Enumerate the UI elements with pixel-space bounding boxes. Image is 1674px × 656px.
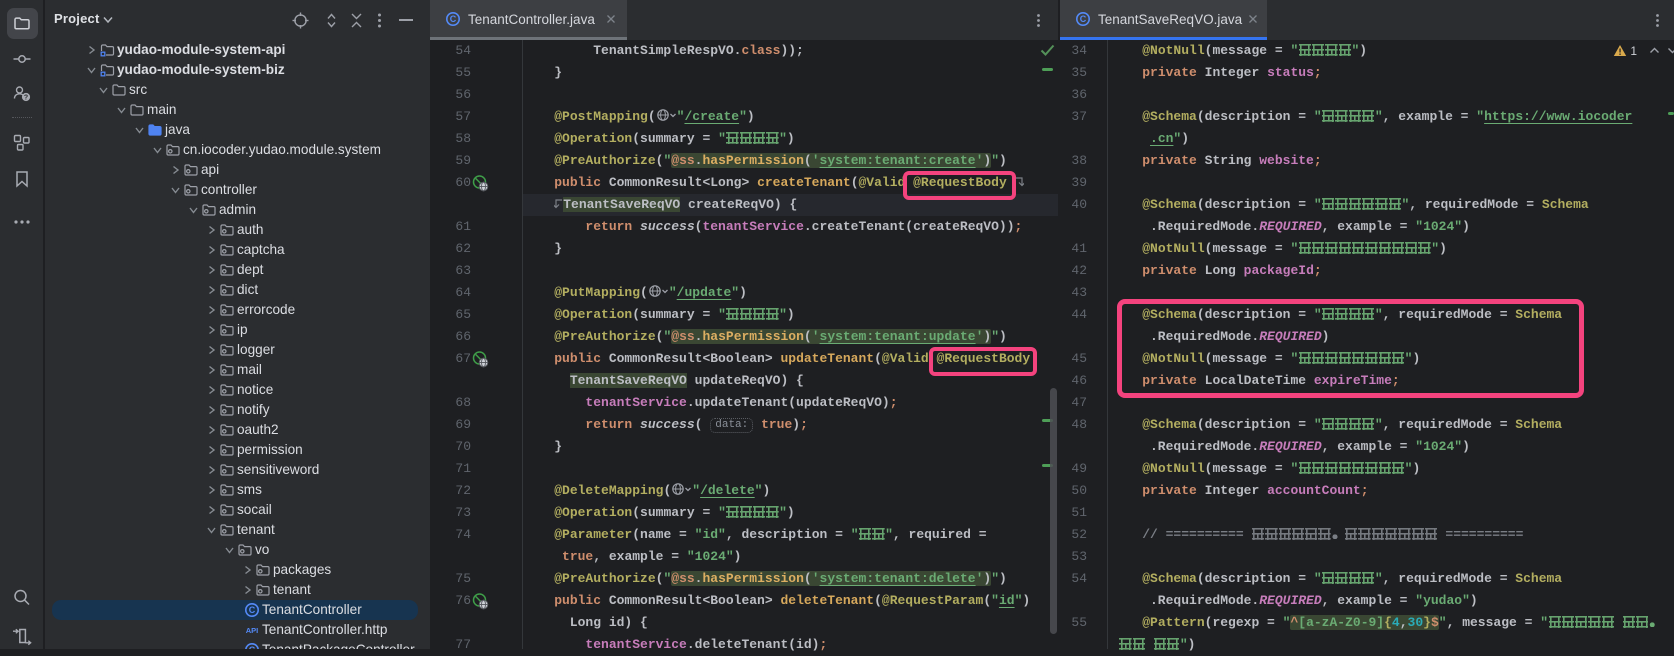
svg-text:C: C — [249, 645, 256, 649]
svg-text:C: C — [1080, 14, 1087, 24]
svg-text:C: C — [249, 605, 256, 615]
svg-text:API: API — [246, 626, 259, 635]
svg-text:C: C — [450, 14, 457, 24]
